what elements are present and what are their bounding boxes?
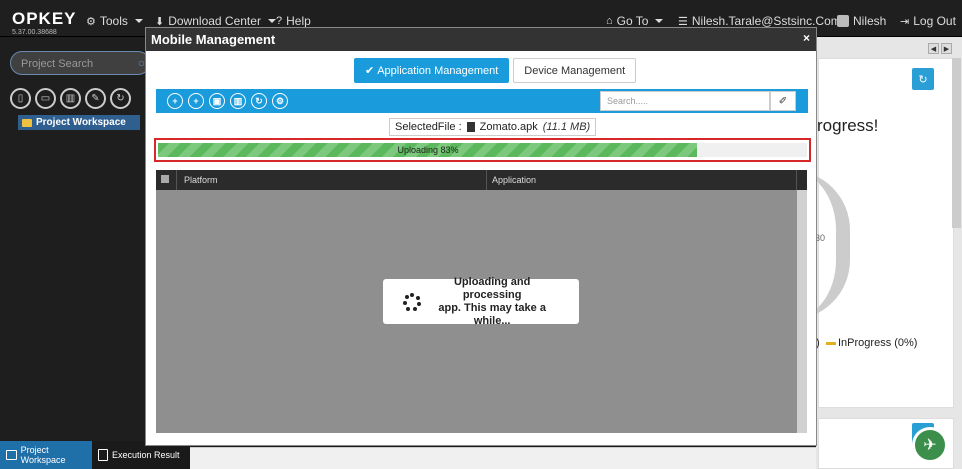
app-search-input[interactable]: Search..... xyxy=(600,91,770,111)
tab-execution-result-label: Execution Result xyxy=(112,450,180,460)
scrollbar[interactable] xyxy=(797,190,807,433)
arrow-left-icon[interactable]: ◀ xyxy=(928,43,939,54)
refresh-icon[interactable]: ↻ xyxy=(110,88,131,109)
selected-file-name: Zomato.apk xyxy=(479,121,538,133)
scrollbar[interactable] xyxy=(952,58,961,228)
arrow-right-icon[interactable]: ▶ xyxy=(941,43,952,54)
legend-inprogress: InProgress (0%) xyxy=(838,337,918,349)
dialog-tabs: ✔ Application Management Device Manageme… xyxy=(354,58,637,83)
open-folder-icon[interactable]: ▭ xyxy=(35,88,56,109)
home-icon: ⌂ xyxy=(606,15,613,27)
monitor-icon xyxy=(6,450,17,460)
tab-application-management[interactable]: ✔ Application Management xyxy=(354,58,510,83)
folder-icon xyxy=(22,118,32,127)
panel-nav-arrows: ◀ ▶ xyxy=(928,43,952,54)
chevron-down-icon xyxy=(134,19,143,23)
selected-file-label: SelectedFile : xyxy=(395,121,462,133)
edit-icon[interactable]: ✎ xyxy=(85,88,106,109)
settings-icon[interactable]: ⚙ xyxy=(272,93,288,109)
project-workspace-label: Project Workspace xyxy=(36,117,126,128)
user-email: Nilesh.Tarale@Sstsinc.Com xyxy=(691,14,841,28)
download-center-label: Download Center xyxy=(168,14,261,28)
dialog-header: Mobile Management × xyxy=(146,28,816,51)
search-icon[interactable]: ○ xyxy=(138,56,145,70)
chevron-down-icon xyxy=(267,19,276,23)
logout-link[interactable]: ⇥ Log Out xyxy=(900,14,956,28)
app-search-placeholder: Search..... xyxy=(607,96,649,106)
column-divider xyxy=(796,170,797,190)
card-refresh-icon[interactable]: ↻ xyxy=(912,68,934,90)
mobile-management-dialog: Mobile Management × ✔ Application Manage… xyxy=(145,27,817,446)
logout-icon: ⇥ xyxy=(900,15,910,28)
loading-message-line1: Uploading and processing xyxy=(453,275,531,301)
select-all-checkbox[interactable] xyxy=(161,175,169,183)
gear-icon: ⚙ xyxy=(86,15,96,28)
app-version: 5.37.00.38688 xyxy=(12,29,57,36)
column-application[interactable]: Application xyxy=(492,175,536,185)
chevron-down-icon xyxy=(655,19,664,23)
user-email-link[interactable]: ☰ Nilesh.Tarale@Sstsinc.Com xyxy=(678,14,841,28)
progress-heading: rogress! xyxy=(817,116,879,135)
save-icon[interactable]: ▣ xyxy=(209,93,225,109)
app-logo[interactable]: OPKEY xyxy=(12,9,77,29)
upload-progress-highlight: Uploading 83% xyxy=(154,138,811,162)
tab-application-label: Application Management xyxy=(377,64,499,77)
add-version-icon[interactable]: + xyxy=(188,93,204,109)
user-profile[interactable]: Nilesh xyxy=(837,14,886,28)
list-icon: ☰ xyxy=(678,15,688,28)
app-toolbar: + + ▣ ▥ ↻ ⚙ Search..... ✐ xyxy=(156,89,808,113)
download-icon: ⬇ xyxy=(155,15,165,28)
dialog-title: Mobile Management xyxy=(151,32,276,47)
bottom-panel-strip xyxy=(190,447,816,469)
loading-message-line2: app. This may take a while... xyxy=(438,301,546,327)
apps-table-header: Platform Application xyxy=(156,170,807,190)
project-search-input[interactable]: Project Search ○ xyxy=(10,51,150,75)
refresh-icon[interactable]: ↻ xyxy=(251,93,267,109)
project-search-placeholder: Project Search xyxy=(21,58,94,70)
left-sidebar: Project Search ○ ▯ ▭ ▥ ✎ ↻ Project Works… xyxy=(0,37,150,447)
delete-icon[interactable]: ▥ xyxy=(60,88,81,109)
download-center-menu[interactable]: ⬇ Download Center xyxy=(155,14,276,28)
check-icon: ✔ xyxy=(365,65,375,77)
upload-progress-bar: Uploading 83% xyxy=(158,143,807,157)
tab-project-workspace[interactable]: Project Workspace xyxy=(0,441,92,469)
help-icon: ? xyxy=(276,15,283,27)
goto-label: Go To xyxy=(616,14,649,28)
loading-overlay: Uploading and processing app. This may t… xyxy=(383,276,579,327)
tools-menu[interactable]: ⚙ Tools xyxy=(86,14,143,28)
tab-device-label: Device Management xyxy=(524,64,626,77)
file-icon xyxy=(466,122,475,132)
spinner-icon xyxy=(403,292,421,311)
column-platform[interactable]: Platform xyxy=(184,175,218,185)
goto-menu[interactable]: ⌂ Go To xyxy=(606,14,664,28)
avatar xyxy=(837,15,849,27)
toolbar-icons: + + ▣ ▥ ↻ ⚙ xyxy=(167,93,288,109)
sidebar-toolbar: ▯ ▭ ▥ ✎ ↻ xyxy=(10,88,131,109)
column-divider xyxy=(486,170,487,190)
add-icon[interactable]: + xyxy=(167,93,183,109)
clipboard-icon xyxy=(98,449,108,461)
new-file-icon[interactable]: ▯ xyxy=(10,88,31,109)
help-link[interactable]: ? Help xyxy=(276,14,311,28)
upload-progress-label: Uploading 83% xyxy=(397,145,459,155)
selected-file-size: (11.1 MB) xyxy=(542,121,591,133)
help-label: Help xyxy=(286,14,311,28)
eraser-icon[interactable]: ✐ xyxy=(770,91,796,111)
delete-icon[interactable]: ▥ xyxy=(230,93,246,109)
user-name: Nilesh xyxy=(853,14,887,28)
close-icon[interactable]: × xyxy=(803,31,810,45)
airplane-icon[interactable]: ✈ xyxy=(912,427,948,463)
logout-label: Log Out xyxy=(913,14,956,28)
selected-file-info: SelectedFile : Zomato.apk (11.1 MB) xyxy=(389,118,597,136)
tab-project-workspace-label: Project Workspace xyxy=(20,445,66,465)
column-divider xyxy=(176,170,177,190)
project-workspace-tree-item[interactable]: Project Workspace xyxy=(18,115,140,130)
tools-label: Tools xyxy=(99,14,128,28)
tab-device-management[interactable]: Device Management xyxy=(513,58,637,83)
loading-message: Uploading and processing app. This may t… xyxy=(425,276,559,328)
legend-swatch xyxy=(826,342,836,345)
